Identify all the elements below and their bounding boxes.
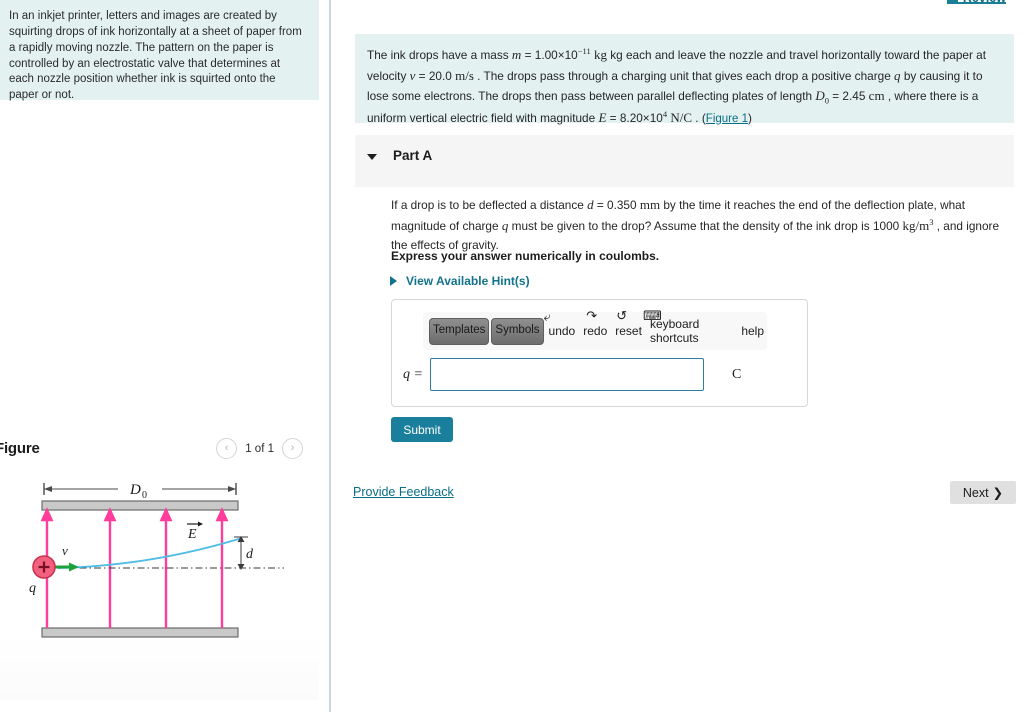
chevron-down-icon[interactable] [367,154,377,160]
problem-part-11: ) [747,110,752,125]
problem-statement-box: The ink drops have a mass m = 1.00×10−11… [355,34,1014,125]
figure-prev-button[interactable]: ‹ [216,438,238,459]
problem-part-1: The ink drops have a mass [367,48,512,62]
view-hints-label: View Available Hint(s) [406,274,530,288]
part-a-header[interactable]: Part A [355,135,1014,187]
problem-part-7: = 2.45 [828,89,869,104]
problem-part-2: = 1.00×10 [521,48,578,62]
figure-header: Figure ‹ 1 of 1 › [0,438,319,468]
intro-text: In an inkjet printer, letters and images… [9,10,302,102]
redo-button[interactable]: ↷ redo [580,309,610,345]
help-label: help [741,324,764,338]
undo-button[interactable]: ⤶ undo [544,310,579,345]
next-label: Next [962,485,989,500]
reset-label: reset [615,324,642,338]
templates-button[interactable]: Templates [429,317,490,345]
answer-variable-label: q = [403,366,423,382]
figure-title: Figure [0,440,40,457]
inkjet-deflection-diagram: D 0 E d v q [29,479,284,638]
distance-unit: mm [639,197,661,212]
density-unit: kg/m [902,217,930,233]
provide-feedback-link[interactable]: Provide Feedback [353,485,454,499]
keyboard-shortcuts-label: keyboard shortcuts [649,317,700,345]
figure-1-link[interactable]: Figure 1 [706,113,748,125]
left-figure-panel: In an inkjet printer, letters and images… [0,0,331,712]
svg-text:0: 0 [142,490,147,501]
answer-unit-label: C [732,366,742,382]
keyboard-shortcuts-button[interactable]: ⌨ keyboard shortcuts [643,309,736,346]
redo-icon: ↷ [586,307,598,323]
mass-unit: kg [590,47,607,62]
question-part-1: If a drop is to be deflected a distance [391,198,588,212]
figure-pager: ‹ 1 of 1 › [216,438,303,459]
part-a-label: Part A [393,148,433,163]
figure-page-count: 1 of 1 [245,442,274,455]
reset-icon: ↺ [616,307,628,323]
reset-button[interactable]: ↺ reset [612,309,645,345]
question-part-2: = 0.350 [593,198,640,212]
redo-label: redo [583,324,608,338]
review-label: Review [963,0,1006,2]
svg-text:d: d [246,547,254,562]
undo-icon: ⤶ [543,308,551,324]
svg-text:q: q [29,581,36,596]
figure-next-button[interactable]: › [282,438,303,459]
field-exponent: 4 [662,108,668,119]
intro-problem-box: In an inkjet printer, letters and images… [0,0,319,101]
problem-part-5: . The drops pass through a charging unit… [473,68,895,83]
review-link[interactable]: Review [946,0,1006,4]
answer-entry-box: Templates Symbols ⤶ undo ↷ redo ↺ reset … [391,299,808,407]
field-unit: N/C [670,109,693,125]
express-answer-instruction: Express your answer numerically in coulo… [391,249,660,263]
chevron-right-icon[interactable] [390,276,397,286]
answer-input[interactable] [430,358,704,391]
velocity-unit: m/s [455,67,474,83]
svg-text:E: E [187,527,197,542]
symbols-button[interactable]: Symbols [491,317,544,345]
math-editor-toolbar: Templates Symbols ⤶ undo ↷ redo ↺ reset … [423,309,767,350]
toolbar-items: Templates Symbols ⤶ undo ↷ redo ↺ reset … [429,309,767,346]
chevron-right-icon: ❯ [992,486,1004,500]
help-button[interactable]: help [738,318,767,345]
undo-label: undo [548,324,576,338]
symbol-m: m [511,47,522,62]
problem-part-4: = 20.0 [415,68,456,83]
svg-text:v: v [62,543,68,558]
part-a-question-text: If a drop is to be deflected a distance … [391,195,1006,255]
problem-part-10: . ( [692,110,706,125]
review-icon [946,0,958,2]
question-part-4: must be given to the drop? Assume that t… [508,218,903,233]
problem-part-9: = 8.20×10 [606,110,663,125]
length-unit: cm [868,88,885,104]
submit-button[interactable]: Submit [391,417,453,442]
page-root: In an inkjet printer, letters and images… [0,0,1024,712]
view-hints-row[interactable]: View Available Hint(s) [390,274,530,288]
symbol-D: D [815,88,825,104]
mass-exponent: −11 [577,46,591,57]
answer-input-row: q = C [392,358,809,391]
figure-image[interactable]: D 0 E d v q [0,470,319,700]
problem-statement-text: The ink drops have a mass m = 1.00×10−11… [367,45,1000,128]
next-button[interactable]: Next ❯ [950,481,1016,504]
svg-text:D: D [129,482,141,498]
